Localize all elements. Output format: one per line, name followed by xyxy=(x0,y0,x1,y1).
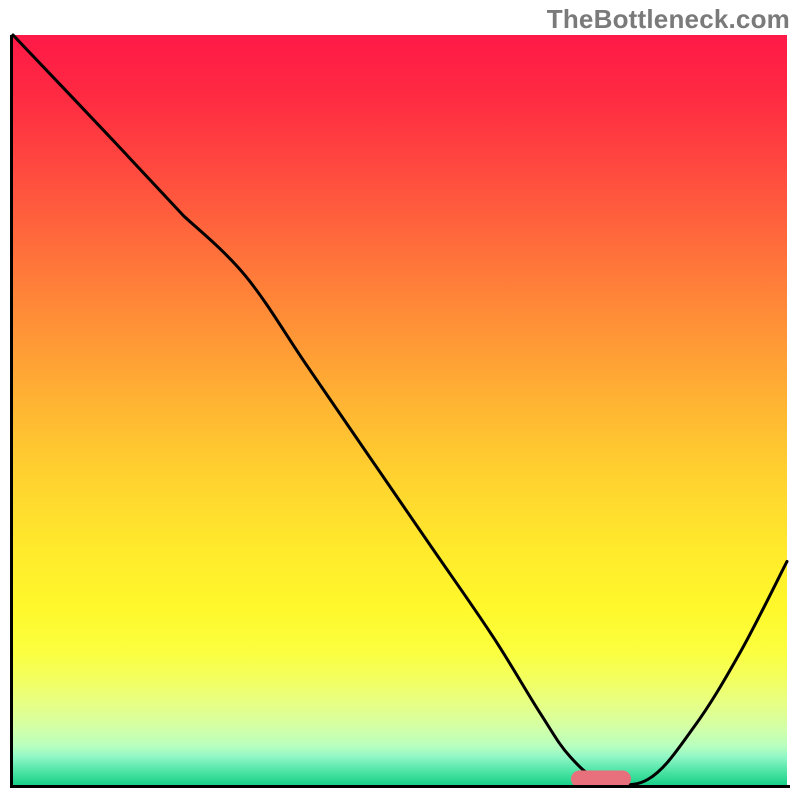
bottleneck-curve xyxy=(13,35,787,787)
x-axis xyxy=(10,785,790,788)
watermark-text: TheBottleneck.com xyxy=(547,4,790,35)
y-axis xyxy=(10,35,13,787)
